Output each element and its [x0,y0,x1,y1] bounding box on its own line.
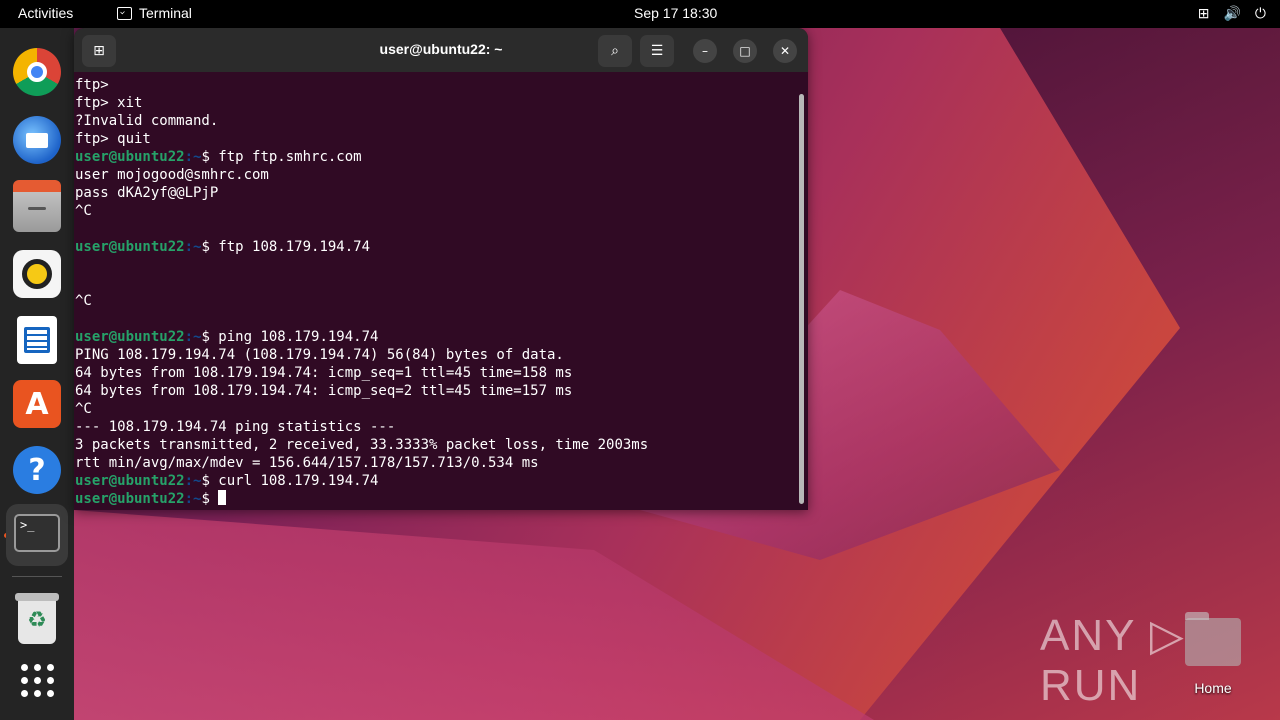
output-line: rtt min/avg/max/mdev = 156.644/157.178/1… [75,455,539,471]
rhythmbox-icon[interactable] [13,250,61,298]
prompt-user: user@ubuntu22 [75,473,185,489]
output-line: ftp> [75,77,109,93]
clock[interactable]: Sep 17 18:30 [634,5,717,21]
terminal-output[interactable]: ftp> ftp> xit ?Invalid command. ftp> quit us… [75,76,795,508]
output-line: ftp> quit [75,131,151,147]
network-icon[interactable]: ⊞ [1198,5,1210,22]
command-text: ftp ftp.smhrc.com [218,149,362,165]
command-text: ftp 108.179.194.74 [218,239,371,255]
output-line: 64 bytes from 108.179.194.74: icmp_seq=1… [75,365,573,381]
prompt-sign: $ [201,491,219,507]
prompt-line: user@ubuntu22:~$ ftp 108.179.194.74 [75,238,795,256]
output-line: 3 packets transmitted, 2 received, 33.33… [75,437,649,453]
app-menu-label: Terminal [139,5,192,21]
help-icon[interactable]: ? [13,446,61,494]
prompt-sign: $ [201,473,219,489]
close-icon: ✕ [779,44,791,58]
prompt-path: :~ [184,329,202,345]
prompt-line: user@ubuntu22:~$ curl 108.179.194.74 [75,472,795,490]
prompt-sign: $ [201,239,219,255]
output-line: ?Invalid command. [75,113,219,129]
prompt-user: user@ubuntu22 [75,491,185,507]
prompt-path: :~ [184,491,202,507]
prompt-sign: $ [201,329,219,345]
app-menu[interactable]: Terminal [117,5,192,21]
output-line: ^C [75,293,92,309]
terminal-window[interactable]: ⊞ user@ubuntu22: ~ ⌕ ☰ – □ ✕ ftp> ftp> xi… [74,28,808,510]
libreoffice-writer-icon[interactable] [17,316,57,364]
text-cursor [218,490,227,505]
folder-icon [1185,612,1241,666]
prompt-user: user@ubuntu22 [75,239,185,255]
search-icon: ⌕ [611,43,619,59]
output-line: ^C [75,401,92,417]
anyrun-watermark: ANY ▷ RUN [1040,611,1186,710]
prompt-line: user@ubuntu22:~$ [75,490,795,508]
search-button[interactable]: ⌕ [598,35,632,67]
prompt-line: user@ubuntu22:~$ ping 108.179.194.74 [75,328,795,346]
close-button[interactable]: ✕ [773,39,797,63]
command-text: curl 108.179.194.74 [218,473,379,489]
prompt-line: user@ubuntu22:~$ ftp ftp.smhrc.com [75,148,795,166]
command-text: ping 108.179.194.74 [218,329,379,345]
ubuntu-software-icon[interactable]: A [13,380,61,428]
show-applications-icon[interactable] [13,656,61,704]
activities-button[interactable]: Activities [18,5,73,21]
maximize-button[interactable]: □ [733,39,757,63]
output-line: --- 108.179.194.74 ping statistics --- [75,419,396,435]
output-line: PING 108.179.194.74 (108.179.194.74) 56(… [75,347,564,363]
top-bar: Activities Terminal Sep 17 18:30 ⊞ 🔊 ⏻ [0,0,1280,28]
output-line: user mojogood@smhrc.com [75,167,269,183]
output-line: pass dKA2yf@@LPjP [75,185,219,201]
maximize-icon: □ [739,44,751,58]
terminal-icon: >_ [14,514,60,552]
thunderbird-icon[interactable] [13,116,61,164]
terminal-icon [117,6,132,20]
terminal-header-bar[interactable]: ⊞ user@ubuntu22: ~ ⌕ ☰ – □ ✕ [74,28,808,72]
chrome-icon[interactable] [13,48,61,96]
prompt-path: :~ [184,473,202,489]
hamburger-icon: ☰ [650,43,664,59]
output-line: ftp> xit [75,95,143,111]
prompt-user: user@ubuntu22 [75,149,185,165]
prompt-path: :~ [184,149,202,165]
menu-button[interactable]: ☰ [640,35,674,67]
home-label: Home [1194,680,1232,696]
output-line: ^C [75,203,92,219]
dock-separator [12,576,62,577]
output-line: 64 bytes from 108.179.194.74: icmp_seq=2… [75,383,573,399]
scrollbar[interactable] [799,94,804,504]
terminal-dock-item[interactable]: >_ [6,504,68,566]
dock: A ? >_ ♻ [0,28,74,720]
prompt-path: :~ [184,239,202,255]
prompt-sign: $ [201,149,219,165]
volume-icon[interactable]: 🔊 [1223,5,1240,22]
minimize-button[interactable]: – [693,39,717,63]
trash-icon[interactable]: ♻ [15,593,59,644]
minimize-icon: – [702,44,708,58]
power-icon[interactable]: ⏻ [1255,5,1266,22]
home-folder[interactable]: Home [1184,612,1242,696]
files-icon[interactable] [13,180,61,232]
prompt-user: user@ubuntu22 [75,329,185,345]
system-tray[interactable]: ⊞ 🔊 ⏻ [1198,5,1266,22]
